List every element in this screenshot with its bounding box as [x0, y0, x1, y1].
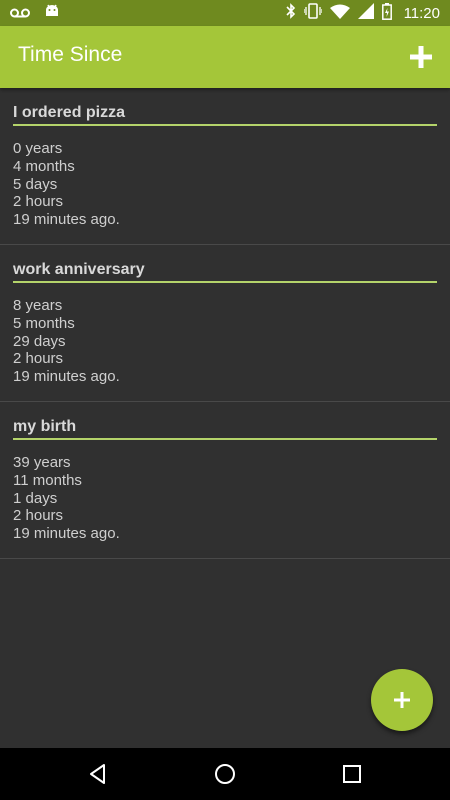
back-icon: [86, 764, 110, 790]
title-divider: [13, 281, 437, 283]
years-text: 8 years: [13, 297, 63, 314]
recents-button[interactable]: [340, 762, 364, 786]
battery-icon: [381, 2, 392, 24]
item-title: work anniversary: [13, 261, 145, 278]
elapsed-time: 39 years 11 months 1 days 2 hours 19 min…: [13, 454, 120, 543]
days-text: 5 days: [13, 175, 58, 193]
event-list: I ordered pizza 0 years 4 months 5 days …: [0, 88, 450, 559]
minutes-text: 19 minutes ago.: [13, 525, 120, 543]
item-title: I ordered pizza: [13, 104, 126, 121]
home-button[interactable]: [213, 762, 237, 786]
months-text: 11 months: [13, 471, 82, 489]
android-icon: [44, 3, 60, 23]
list-item[interactable]: my birth 39 years 11 months 1 days 2 hou…: [0, 402, 450, 559]
signal-icon: [357, 3, 374, 23]
status-bar: 11:20: [0, 0, 450, 26]
recents-icon: [340, 765, 364, 790]
bluetooth-icon: [285, 3, 296, 23]
list-item[interactable]: work anniversary 8 years 5 months 29 day…: [0, 245, 450, 402]
app-title: Time Since: [18, 43, 123, 66]
vibrate-icon: [302, 3, 323, 23]
app-bar: Time Since: [0, 26, 450, 88]
title-divider: [13, 438, 437, 440]
months-text: 5 months: [13, 314, 75, 332]
minutes-text: 19 minutes ago.: [13, 368, 120, 386]
months-text: 4 months: [13, 157, 75, 175]
item-title: my birth: [13, 418, 77, 435]
voicemail-icon: [10, 4, 30, 23]
elapsed-time: 8 years 5 months 29 days 2 hours 19 minu…: [13, 297, 120, 386]
hours-text: 2 hours: [13, 507, 64, 525]
hours-text: 2 hours: [13, 193, 64, 211]
back-button[interactable]: [86, 762, 110, 786]
years-text: 0 years: [13, 140, 63, 157]
years-text: 39 years: [13, 454, 71, 471]
minutes-text: 19 minutes ago.: [13, 211, 120, 229]
navigation-bar: [0, 748, 450, 800]
hours-text: 2 hours: [13, 350, 64, 368]
status-time: 11:20: [403, 4, 440, 22]
fab-add-button[interactable]: [371, 669, 433, 731]
add-button[interactable]: [406, 42, 436, 72]
wifi-icon: [329, 4, 350, 23]
list-item[interactable]: I ordered pizza 0 years 4 months 5 days …: [0, 88, 450, 245]
title-divider: [13, 124, 437, 126]
days-text: 1 days: [13, 489, 58, 507]
home-icon: [213, 764, 237, 790]
days-text: 29 days: [13, 332, 66, 350]
plus-icon: [406, 46, 436, 76]
elapsed-time: 0 years 4 months 5 days 2 hours 19 minut…: [13, 140, 120, 229]
